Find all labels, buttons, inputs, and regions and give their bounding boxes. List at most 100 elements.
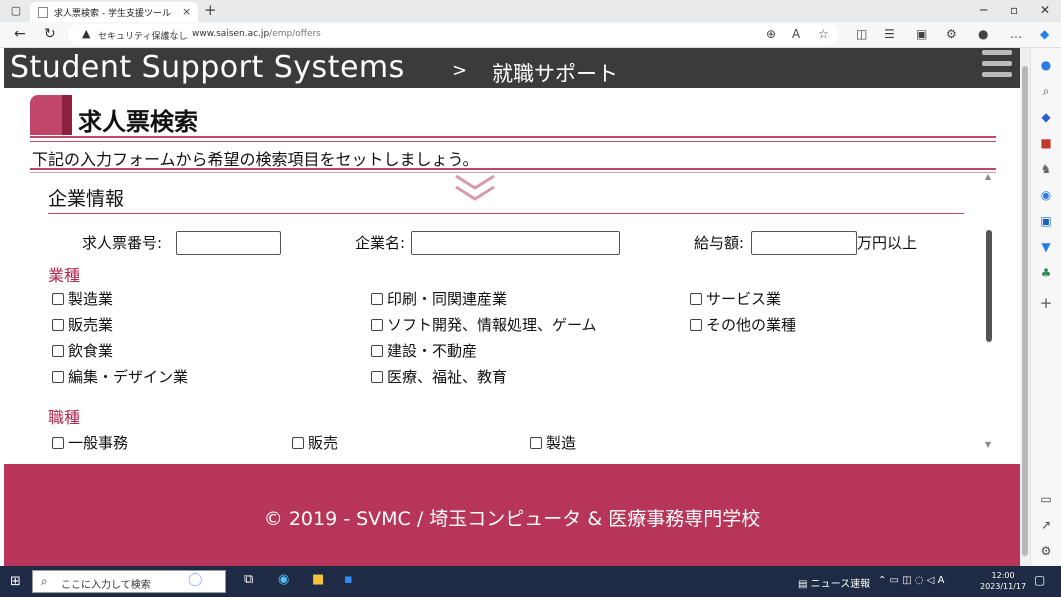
heading-decoration-bar <box>62 95 72 135</box>
restore-icon[interactable]: ▫ <box>1010 3 1018 17</box>
profile-avatar-icon[interactable]: ● <box>978 27 988 41</box>
settings-gear-icon[interactable]: ⚙ <box>1038 544 1054 558</box>
site-footer: © 2019 - SVMC / 埼玉コンピュータ & 医療事務専門学校 <box>4 464 1020 566</box>
industry-checkbox[interactable]: 飲食業 <box>52 340 113 361</box>
company-name-label: 企業名: <box>355 234 406 252</box>
tab-close-icon[interactable]: × <box>182 5 191 18</box>
industry-checkbox[interactable]: 編集・デザイン業 <box>52 366 188 387</box>
notification-bell-icon[interactable]: ● <box>1038 58 1054 72</box>
cortana-icon[interactable]: ◯ <box>188 572 203 587</box>
heading-decoration <box>30 95 66 135</box>
new-tab-button[interactable]: + <box>204 1 217 19</box>
heading-underline <box>30 136 996 138</box>
search-form[interactable]: 企業情報 求人票番号: 企業名: 給与額: 万円以上 業種 製造業 印刷・同関連… <box>30 176 998 464</box>
office-icon[interactable]: ◉ <box>1038 188 1054 202</box>
address-bar-row: ← ↻ ▲ セキュリティ保護なし | www.saisen.ac.jp/emp/… <box>0 22 1061 48</box>
file-explorer-icon[interactable]: ■ <box>312 572 324 587</box>
sidebar-layout-icon[interactable]: ▭ <box>1038 492 1054 506</box>
intro-underline-thin <box>30 172 996 173</box>
industry-checkbox[interactable]: ソフト開発、情報処理、ゲーム <box>371 314 597 335</box>
occupation-title: 職種 <box>48 408 81 427</box>
collections-icon[interactable]: ▣ <box>916 27 927 41</box>
salary-label: 給与額: <box>694 234 745 252</box>
page-title: 求人票検索 <box>78 108 198 136</box>
industry-checkbox[interactable]: サービス業 <box>690 288 781 309</box>
system-tray-icons[interactable]: ⌃ ▭ ◫ ◌ ◁ A <box>878 575 944 586</box>
salary-input[interactable] <box>751 231 857 255</box>
more-menu-icon[interactable]: … <box>1010 27 1022 41</box>
company-name-input[interactable] <box>411 231 620 255</box>
industry-checkbox[interactable]: 建設・不動産 <box>371 340 477 361</box>
salary-suffix: 万円以上 <box>857 234 918 252</box>
inner-scroll-up-icon[interactable]: ▲ <box>985 172 991 181</box>
url-field[interactable]: ▲ セキュリティ保護なし | www.saisen.ac.jp/emp/offe… <box>68 24 838 45</box>
tree-icon[interactable]: ♣ <box>1038 266 1054 280</box>
intro-underline <box>30 168 996 170</box>
external-link-icon[interactable]: ↗ <box>1038 518 1054 532</box>
add-sidebar-icon[interactable]: + <box>1038 294 1054 312</box>
tab-actions-icon[interactable]: ▢ <box>8 4 24 18</box>
back-icon[interactable]: ← <box>14 26 26 42</box>
occupation-checkbox[interactable]: 製造 <box>530 432 576 453</box>
industry-checkbox[interactable]: 印刷・同関連産業 <box>371 288 507 309</box>
breadcrumb-separator: > <box>452 60 468 81</box>
outlook-icon[interactable]: ▣ <box>1038 214 1054 228</box>
industry-title: 業種 <box>48 266 81 285</box>
heading-underline-thin <box>30 141 996 142</box>
task-view-icon[interactable]: ⧉ <box>244 572 253 587</box>
windows-start-icon[interactable]: ⊞ <box>10 574 21 589</box>
notification-center-icon[interactable]: ▢ <box>1034 573 1045 587</box>
hamburger-menu-icon[interactable] <box>982 50 1014 82</box>
industry-checkbox[interactable]: 医療、福祉、教育 <box>371 366 507 387</box>
news-icon: ▤ <box>798 579 811 590</box>
section-underline <box>48 213 964 214</box>
scroll-down-chevron-icon[interactable] <box>452 170 498 206</box>
industry-checkbox[interactable]: その他の業種 <box>690 314 796 335</box>
shopping-tag-icon[interactable]: ◆ <box>1038 110 1054 124</box>
job-number-input[interactable] <box>176 231 281 255</box>
browser-tab-bar: ▢ 求人票検索 - 学生支援ツール × + ─ ▫ ✕ <box>0 0 1061 22</box>
edge-browser-icon[interactable]: ◉ <box>278 572 289 587</box>
tools-icon[interactable]: ■ <box>1038 136 1054 150</box>
split-screen-icon[interactable]: ◫ <box>856 27 867 41</box>
zoom-app-icon[interactable]: ▪ <box>344 572 353 587</box>
page-scrollbar-thumb[interactable] <box>1022 66 1028 556</box>
taskbar-clock[interactable]: 12:00 2023/11/17 <box>980 570 1026 592</box>
edge-sidebar: ● ⌕ ◆ ■ ♞ ◉ ▣ ▼ ♣ + ▭ ↗ ⚙ <box>1030 48 1061 566</box>
news-widget[interactable]: ▤ ニュース速報 <box>798 575 870 590</box>
search-icon: ⌕ <box>41 574 48 588</box>
browser-tab[interactable]: 求人票検索 - 学生支援ツール × <box>30 2 198 22</box>
inner-scroll-down-icon[interactable]: ▼ <box>985 440 991 449</box>
games-icon[interactable]: ♞ <box>1038 162 1054 176</box>
window-close-icon[interactable]: ✕ <box>1040 3 1050 17</box>
occupation-checkbox[interactable]: 販売 <box>292 432 338 453</box>
industry-checkbox[interactable]: 製造業 <box>52 288 113 309</box>
minimize-icon[interactable]: ─ <box>980 3 987 17</box>
favorites-icon[interactable]: ☰ <box>884 27 895 41</box>
windows-taskbar: ⊞ ⌕ ここに入力して検索 ◯ ⧉ ◉ ■ ▪ ▤ ニュース速報 ⌃ ▭ ◫ ◌… <box>0 566 1061 597</box>
drop-icon[interactable]: ▼ <box>1038 240 1054 254</box>
url-divider: | <box>172 27 176 40</box>
extensions-icon[interactable]: ⚙ <box>946 27 957 41</box>
url-text: www.saisen.ac.jp/emp/offers <box>192 29 321 39</box>
industry-checkbox[interactable]: 販売業 <box>52 314 113 335</box>
search-icon[interactable]: ⌕ <box>1038 84 1054 99</box>
copyright-text: © 2019 - SVMC / 埼玉コンピュータ & 医療事務専門学校 <box>263 508 761 530</box>
favorite-star-icon[interactable]: ☆ <box>818 27 829 41</box>
job-number-label: 求人票番号: <box>82 234 163 252</box>
tab-title: 求人票検索 - 学生支援ツール <box>54 9 171 19</box>
intro-text: 下記の入力フォームから希望の検索項目をセットしましょう。 <box>32 150 479 169</box>
taskbar-search-placeholder: ここに入力して検索 <box>61 580 151 591</box>
warning-icon: ▲ <box>82 27 91 40</box>
copilot-icon[interactable]: ◆ <box>1040 27 1049 41</box>
breadcrumb[interactable]: 就職サポート <box>492 58 618 88</box>
section-title-company: 企業情報 <box>48 188 125 210</box>
site-header: Student Support Systems > 就職サポート <box>4 48 1020 88</box>
reload-icon[interactable]: ↻ <box>44 26 56 42</box>
page-favicon-icon <box>38 7 48 18</box>
read-aloud-icon[interactable]: A <box>792 27 800 41</box>
occupation-checkbox[interactable]: 一般事務 <box>52 432 128 453</box>
zoom-icon[interactable]: ⊕ <box>766 27 776 41</box>
site-brand[interactable]: Student Support Systems <box>10 50 405 85</box>
inner-scrollbar-thumb[interactable] <box>986 230 992 342</box>
